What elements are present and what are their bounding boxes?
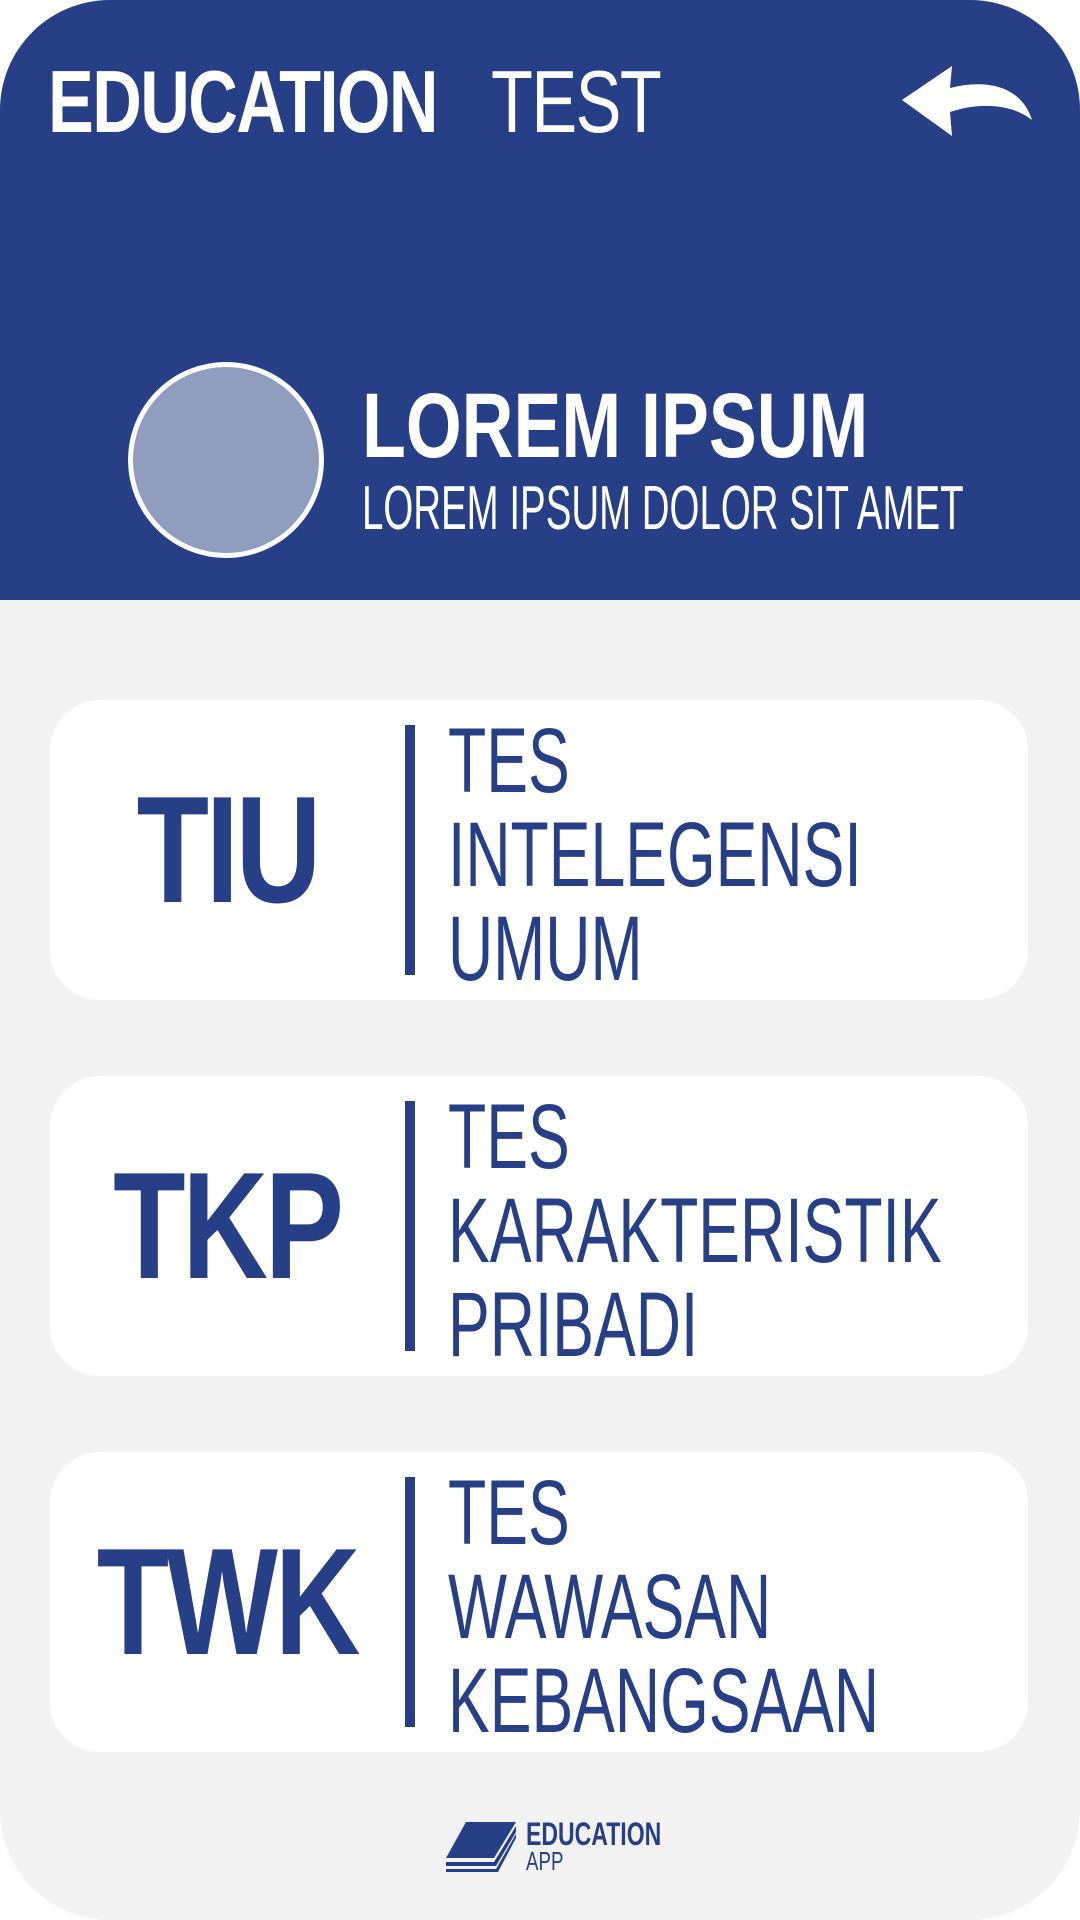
- test-desc-line: PRIBADI: [448, 1274, 699, 1376]
- back-button[interactable]: [900, 60, 1035, 150]
- app-title-light: TEST: [491, 52, 662, 151]
- profile-subtitle: LOREM IPSUM DOLOR SIT AMET: [362, 474, 964, 543]
- card-divider: [405, 1477, 415, 1727]
- test-desc-line: KEBANGSAAN: [448, 1650, 880, 1752]
- test-desc-line: TES: [448, 1086, 570, 1188]
- test-code-text: TIU: [136, 764, 321, 935]
- test-desc-line: TES: [448, 710, 570, 812]
- test-desc-line: UMUM: [448, 898, 643, 1000]
- app-title: EDUCATION TEST: [48, 58, 708, 146]
- test-desc-line: WAWASAN: [448, 1556, 772, 1658]
- test-card-twk[interactable]: TWK TES WAWASAN KEBANGSAAN: [50, 1452, 1028, 1752]
- test-card-tiu[interactable]: TIU TES INTELEGENSI UMUM: [50, 700, 1028, 1000]
- back-arrow-icon: [902, 66, 1032, 136]
- test-description: TES WAWASAN KEBANGSAAN: [448, 1466, 1008, 1748]
- test-code: TWK: [50, 1452, 404, 1752]
- test-code-text: TKP: [113, 1140, 344, 1311]
- avatar[interactable]: [128, 362, 324, 558]
- footer-brand-sub: APP: [526, 1846, 564, 1876]
- test-code: TKP: [50, 1076, 404, 1376]
- header: EDUCATION TEST LOREM IPSUM LOREM IPSUM D…: [0, 0, 1080, 600]
- test-desc-line: INTELEGENSI: [448, 804, 862, 906]
- profile-name: LOREM IPSUM: [362, 375, 869, 477]
- app-title-strong: EDUCATION: [48, 52, 438, 151]
- test-description: TES KARAKTERISTIK PRIBADI: [448, 1090, 1008, 1372]
- book-icon: [446, 1822, 516, 1872]
- test-card-tkp[interactable]: TKP TES KARAKTERISTIK PRIBADI: [50, 1076, 1028, 1376]
- card-divider: [405, 725, 415, 975]
- test-description: TES INTELEGENSI UMUM: [448, 714, 1008, 996]
- test-desc-line: KARAKTERISTIK: [448, 1180, 942, 1282]
- test-desc-line: TES: [448, 1462, 570, 1564]
- test-code-text: TWK: [96, 1516, 361, 1687]
- card-divider: [405, 1101, 415, 1351]
- footer-logo: EDUCATION APP: [444, 1818, 661, 1876]
- test-code: TIU: [50, 700, 404, 1000]
- app-screen: EDUCATION TEST LOREM IPSUM LOREM IPSUM D…: [0, 0, 1080, 1920]
